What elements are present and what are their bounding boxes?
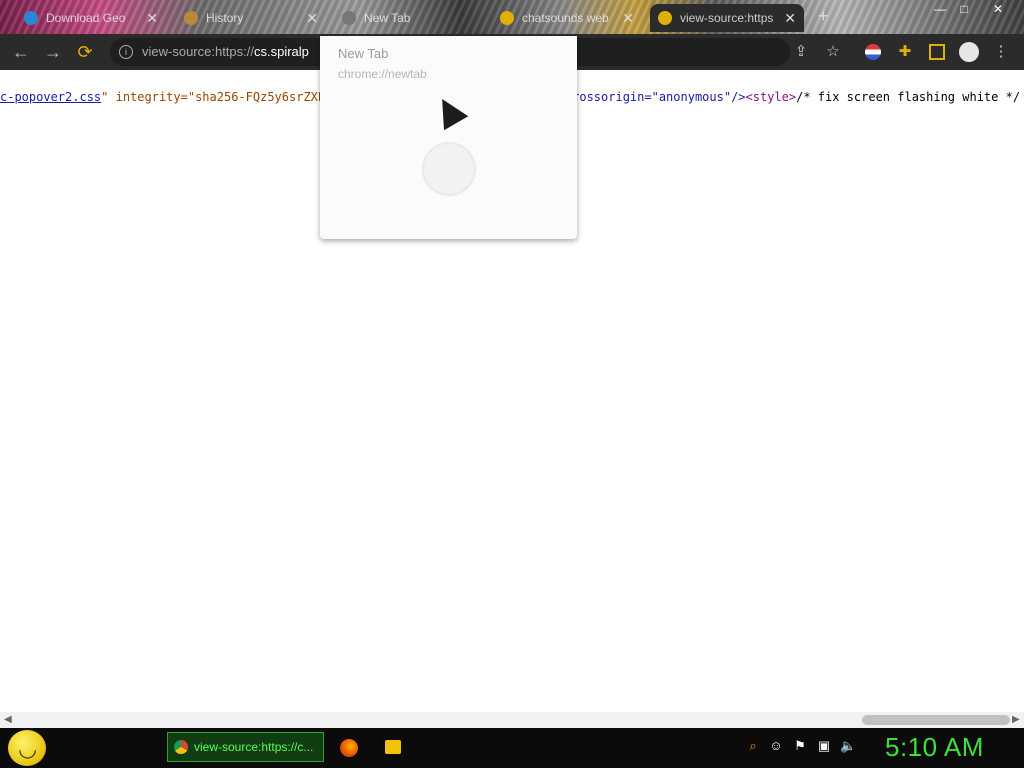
- star-icon[interactable]: ☆: [822, 42, 844, 62]
- tab-close-icon[interactable]: ✕: [784, 10, 796, 27]
- tab-view-source[interactable]: view-source:https ✕: [650, 4, 804, 32]
- reload-button[interactable]: ⟳: [74, 42, 96, 64]
- source-attr: " integrity="sha256-FQz5y6srZXE: [101, 90, 326, 104]
- hover-card-title: New Tab: [338, 46, 389, 61]
- scrollbar-thumb[interactable]: [862, 715, 1010, 725]
- tab-close-icon[interactable]: ✕: [146, 10, 158, 27]
- tab-chatsounds[interactable]: chatsounds web ✕: [492, 4, 642, 32]
- scroll-left-icon[interactable]: ◀: [4, 714, 12, 725]
- tab-favicon-icon: [24, 11, 38, 25]
- chrome-icon: [174, 740, 188, 754]
- sidepanel-icon[interactable]: [926, 42, 948, 62]
- tab-download[interactable]: Download Geo ✕: [16, 4, 166, 32]
- new-tab-button[interactable]: +: [818, 6, 829, 27]
- minimize-button[interactable]: —: [928, 0, 952, 18]
- tab-title: History: [206, 11, 244, 25]
- folder-icon[interactable]: [385, 740, 401, 754]
- url-host: cs.spiralp: [254, 44, 309, 59]
- tab-close-icon[interactable]: ✕: [306, 10, 318, 27]
- tab-favicon-icon: [658, 11, 672, 25]
- flag-icon[interactable]: ⚑: [792, 738, 808, 754]
- source-tag: <style>: [745, 90, 797, 104]
- address-text: view-source:https://cs.spiralp: [142, 44, 309, 59]
- tab-favicon-icon: [184, 11, 198, 25]
- forward-button[interactable]: →: [42, 42, 64, 64]
- extensions-icon[interactable]: ✚: [894, 42, 916, 62]
- source-attr-value: rossorigin="anonymous"/>: [572, 90, 746, 104]
- window-close-button[interactable]: ✕: [986, 0, 1010, 18]
- tab-title: chatsounds web: [522, 11, 609, 25]
- taskbar-item-label: view-source:https://c...: [194, 740, 314, 754]
- source-link[interactable]: c-popover2.css: [0, 90, 101, 104]
- url-prefix: view-source:https://: [142, 44, 254, 59]
- globe-icon: [422, 142, 476, 196]
- menu-icon[interactable]: ⋮: [990, 42, 1012, 62]
- site-info-icon[interactable]: i: [119, 45, 133, 59]
- search-icon[interactable]: ⌕: [745, 738, 761, 754]
- start-button[interactable]: [8, 730, 46, 766]
- firefox-icon[interactable]: [340, 739, 358, 757]
- tab-title: New Tab: [364, 11, 411, 25]
- back-button[interactable]: ←: [10, 42, 32, 64]
- profile-flag-icon[interactable]: [862, 42, 884, 62]
- share-icon[interactable]: ⇪: [790, 42, 812, 62]
- tab-hover-card: New Tab chrome://newtab: [320, 36, 577, 239]
- tab-close-icon[interactable]: ✕: [622, 10, 634, 27]
- tab-title: view-source:https: [680, 11, 774, 25]
- source-comment: /* fix screen flashing white */: [796, 90, 1024, 104]
- taskbar-item-chrome[interactable]: view-source:https://c...: [167, 732, 324, 762]
- chat-icon[interactable]: ☺: [768, 738, 784, 754]
- taskbar: view-source:https://c... ⌕ ☺ ⚑ ▣ 🔈 5:10 …: [0, 728, 1024, 768]
- network-icon[interactable]: ▣: [816, 738, 832, 754]
- taskbar-clock[interactable]: 5:10 AM: [885, 732, 984, 763]
- volume-icon[interactable]: 🔈: [840, 738, 856, 754]
- hover-card-url: chrome://newtab: [338, 67, 427, 81]
- scroll-right-icon[interactable]: ▶: [1012, 714, 1020, 725]
- avatar-icon[interactable]: [958, 42, 980, 62]
- tab-history[interactable]: History ✕: [176, 4, 326, 32]
- tab-favicon-icon: [342, 11, 356, 25]
- tab-new-tab[interactable]: New Tab: [334, 4, 484, 32]
- tab-title: Download Geo: [46, 11, 126, 25]
- tab-favicon-icon: [500, 11, 514, 25]
- horizontal-scrollbar[interactable]: ◀ ▶: [0, 712, 1024, 728]
- maximize-button[interactable]: □: [952, 0, 976, 18]
